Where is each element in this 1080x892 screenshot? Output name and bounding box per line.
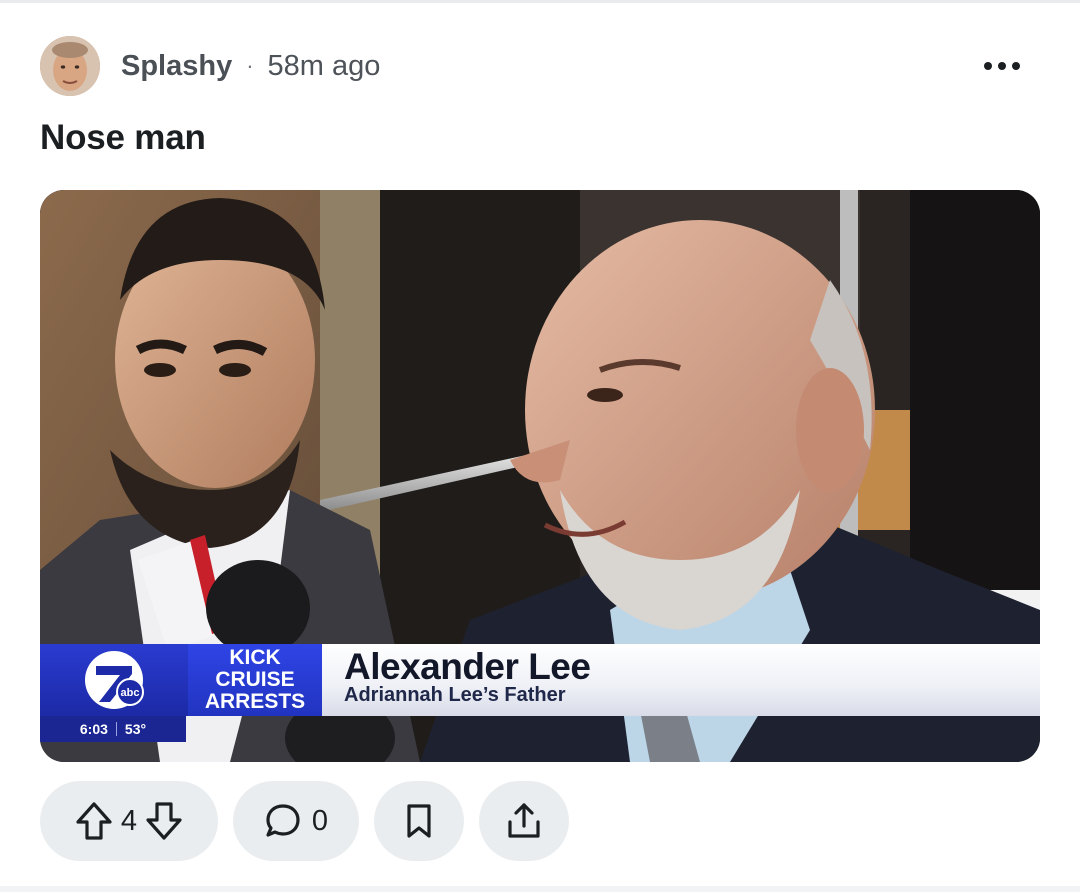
post-image[interactable]: abc KICK CRUISE ARRESTS Alexander Lee Ad… [40, 190, 1040, 762]
broadcast-clock: 6:03 [79, 721, 108, 737]
banner-subtitle: Adriannah Lee’s Father [344, 684, 566, 706]
vote-control: 4 [40, 781, 218, 861]
strip-divider [115, 722, 117, 736]
speech-bubble-icon [264, 802, 302, 840]
avatar[interactable] [40, 36, 100, 96]
comments-button[interactable]: 0 [233, 781, 359, 861]
bookmark-icon [404, 802, 434, 840]
meta-separator: · [246, 53, 254, 78]
time-weather-strip: 6:03 53° [40, 716, 186, 742]
story-tag-line-3: ARRESTS [204, 690, 306, 713]
arrow-up-icon[interactable] [75, 801, 113, 841]
comment-count: 0 [311, 804, 329, 837]
share-button[interactable] [479, 781, 569, 861]
post-title[interactable]: Nose man [40, 118, 206, 158]
story-tag: KICK CRUISE ARRESTS [188, 644, 322, 716]
save-button[interactable] [374, 781, 464, 861]
bottom-divider [0, 886, 1080, 892]
top-divider [0, 0, 1080, 3]
story-tag-line-1: KICK [229, 646, 281, 669]
share-icon [506, 802, 542, 840]
svg-text:abc: abc [121, 687, 140, 699]
channel-7-abc-logo: abc [40, 644, 188, 716]
news-lower-third: abc KICK CRUISE ARRESTS Alexander Lee Ad… [40, 644, 1040, 762]
author-name[interactable]: Splashy [121, 50, 232, 83]
more-horizontal-icon [982, 61, 1022, 71]
banner-name: Alexander Lee [344, 646, 591, 687]
vote-count: 4 [120, 804, 138, 837]
name-banner: Alexander Lee Adriannah Lee’s Father [322, 644, 1040, 716]
arrow-down-icon[interactable] [145, 801, 183, 841]
story-tag-line-2: CRUISE [215, 668, 295, 691]
broadcast-temperature: 53° [124, 721, 147, 737]
more-options-button[interactable] [978, 50, 1026, 82]
post-timestamp: 58m ago [267, 49, 381, 82]
post-meta: Splashy · 58m ago [121, 48, 380, 84]
